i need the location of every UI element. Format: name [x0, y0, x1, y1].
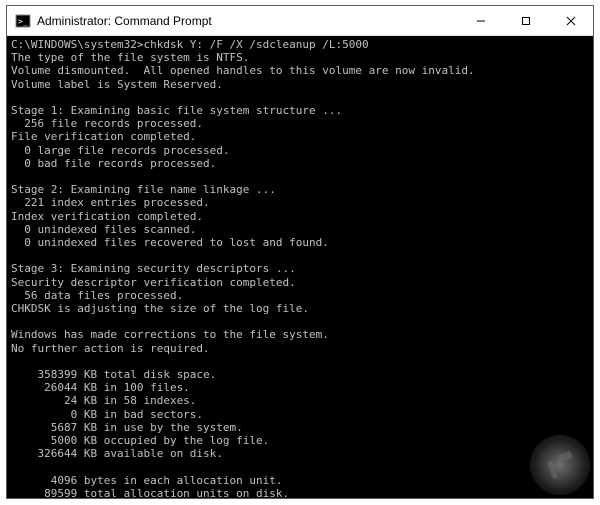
console-line [11, 170, 589, 183]
console-line: 26044 KB in 100 files. [11, 381, 589, 394]
console-line [11, 315, 589, 328]
console-line: Volume label is System Reserved. [11, 78, 589, 91]
svg-text:>_: >_ [18, 17, 28, 26]
console-line: No further action is required. [11, 342, 589, 355]
console-line: 56 data files processed. [11, 289, 589, 302]
console-line: C:\WINDOWS\system32>chkdsk Y: /F /X /sdc… [11, 38, 589, 51]
console-line [11, 249, 589, 262]
console-line [11, 91, 589, 104]
console-line: 24 KB in 58 indexes. [11, 394, 589, 407]
console-line: 0 large file records processed. [11, 144, 589, 157]
console-line: 0 KB in bad sectors. [11, 408, 589, 421]
console-line: The type of the file system is NTFS. [11, 51, 589, 64]
console-line: File verification completed. [11, 130, 589, 143]
console-line: Windows has made corrections to the file… [11, 328, 589, 341]
console-output[interactable]: C:\WINDOWS\system32>chkdsk Y: /F /X /sdc… [7, 36, 593, 498]
console-line: Security descriptor verification complet… [11, 276, 589, 289]
cmd-icon: >_ [15, 13, 31, 29]
console-line: 0 unindexed files recovered to lost and … [11, 236, 589, 249]
console-line: Stage 2: Examining file name linkage ... [11, 183, 589, 196]
console-line: 5687 KB in use by the system. [11, 421, 589, 434]
console-line: 0 unindexed files scanned. [11, 223, 589, 236]
console-line [11, 355, 589, 368]
console-line [11, 461, 589, 474]
console-line: 326644 KB available on disk. [11, 447, 589, 460]
titlebar[interactable]: >_ Administrator: Command Prompt [7, 6, 593, 36]
minimize-button[interactable] [458, 6, 503, 35]
console-line: 256 file records processed. [11, 117, 589, 130]
window-controls [458, 6, 593, 35]
console-line: Stage 3: Examining security descriptors … [11, 262, 589, 275]
console-line: 5000 KB occupied by the log file. [11, 434, 589, 447]
console-line: 0 bad file records processed. [11, 157, 589, 170]
console-line: Volume dismounted. All opened handles to… [11, 64, 589, 77]
console-line: 358399 KB total disk space. [11, 368, 589, 381]
console-line: 4096 bytes in each allocation unit. [11, 474, 589, 487]
console-line: CHKDSK is adjusting the size of the log … [11, 302, 589, 315]
console-line: Stage 1: Examining basic file system str… [11, 104, 589, 117]
console-line: 221 index entries processed. [11, 196, 589, 209]
window-title: Administrator: Command Prompt [37, 14, 458, 28]
console-line: 89599 total allocation units on disk. [11, 487, 589, 498]
command-prompt-window: >_ Administrator: Command Prompt C:\WIND… [6, 5, 594, 499]
maximize-button[interactable] [503, 6, 548, 35]
console-line: Index verification completed. [11, 210, 589, 223]
close-button[interactable] [548, 6, 593, 35]
